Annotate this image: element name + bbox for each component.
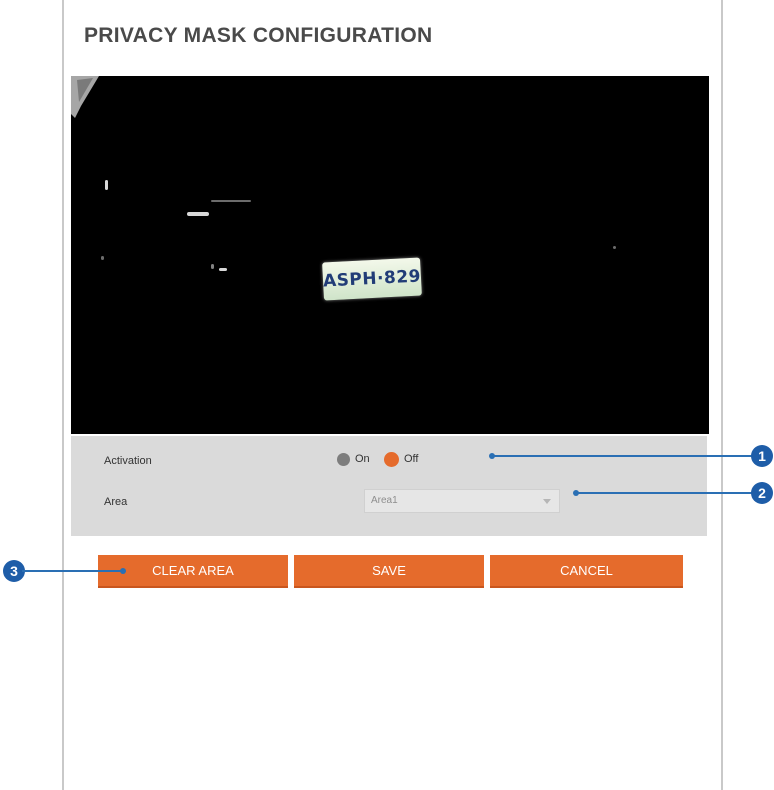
clear-area-button[interactable]: CLEAR AREA xyxy=(98,555,288,586)
video-speck xyxy=(187,212,209,216)
callout-3-line xyxy=(22,570,123,572)
settings-panel: Activation On Off Area Area1 xyxy=(71,436,707,536)
callout-3-dot xyxy=(120,568,126,574)
area-select[interactable]: Area1 xyxy=(364,489,560,513)
video-preview[interactable]: ASPH·829 xyxy=(71,76,709,434)
activation-off-radio[interactable] xyxy=(385,453,398,466)
video-speck xyxy=(613,246,616,249)
area-label: Area xyxy=(104,496,128,508)
activation-on-label: On xyxy=(355,453,370,465)
area-select-value: Area1 xyxy=(371,495,398,506)
video-speck xyxy=(101,256,104,260)
callout-1-line xyxy=(492,455,754,457)
video-speck xyxy=(219,268,227,271)
save-button[interactable]: SAVE xyxy=(294,555,484,586)
page-title: PRIVACY MASK CONFIGURATION xyxy=(84,24,433,47)
video-artifacts xyxy=(71,76,99,118)
callout-1-badge: 1 xyxy=(751,445,773,467)
activation-off-label: Off xyxy=(404,453,419,465)
video-speck xyxy=(211,200,251,202)
cancel-button[interactable]: CANCEL xyxy=(490,555,683,586)
chevron-down-icon xyxy=(543,499,551,504)
video-speck xyxy=(211,264,214,269)
callout-2-badge: 2 xyxy=(751,482,773,504)
activation-on-radio[interactable] xyxy=(337,453,350,466)
callout-2-line xyxy=(576,492,754,494)
video-speck xyxy=(105,180,108,190)
license-plate: ASPH·829 xyxy=(322,257,422,301)
activation-label: Activation xyxy=(104,455,152,467)
